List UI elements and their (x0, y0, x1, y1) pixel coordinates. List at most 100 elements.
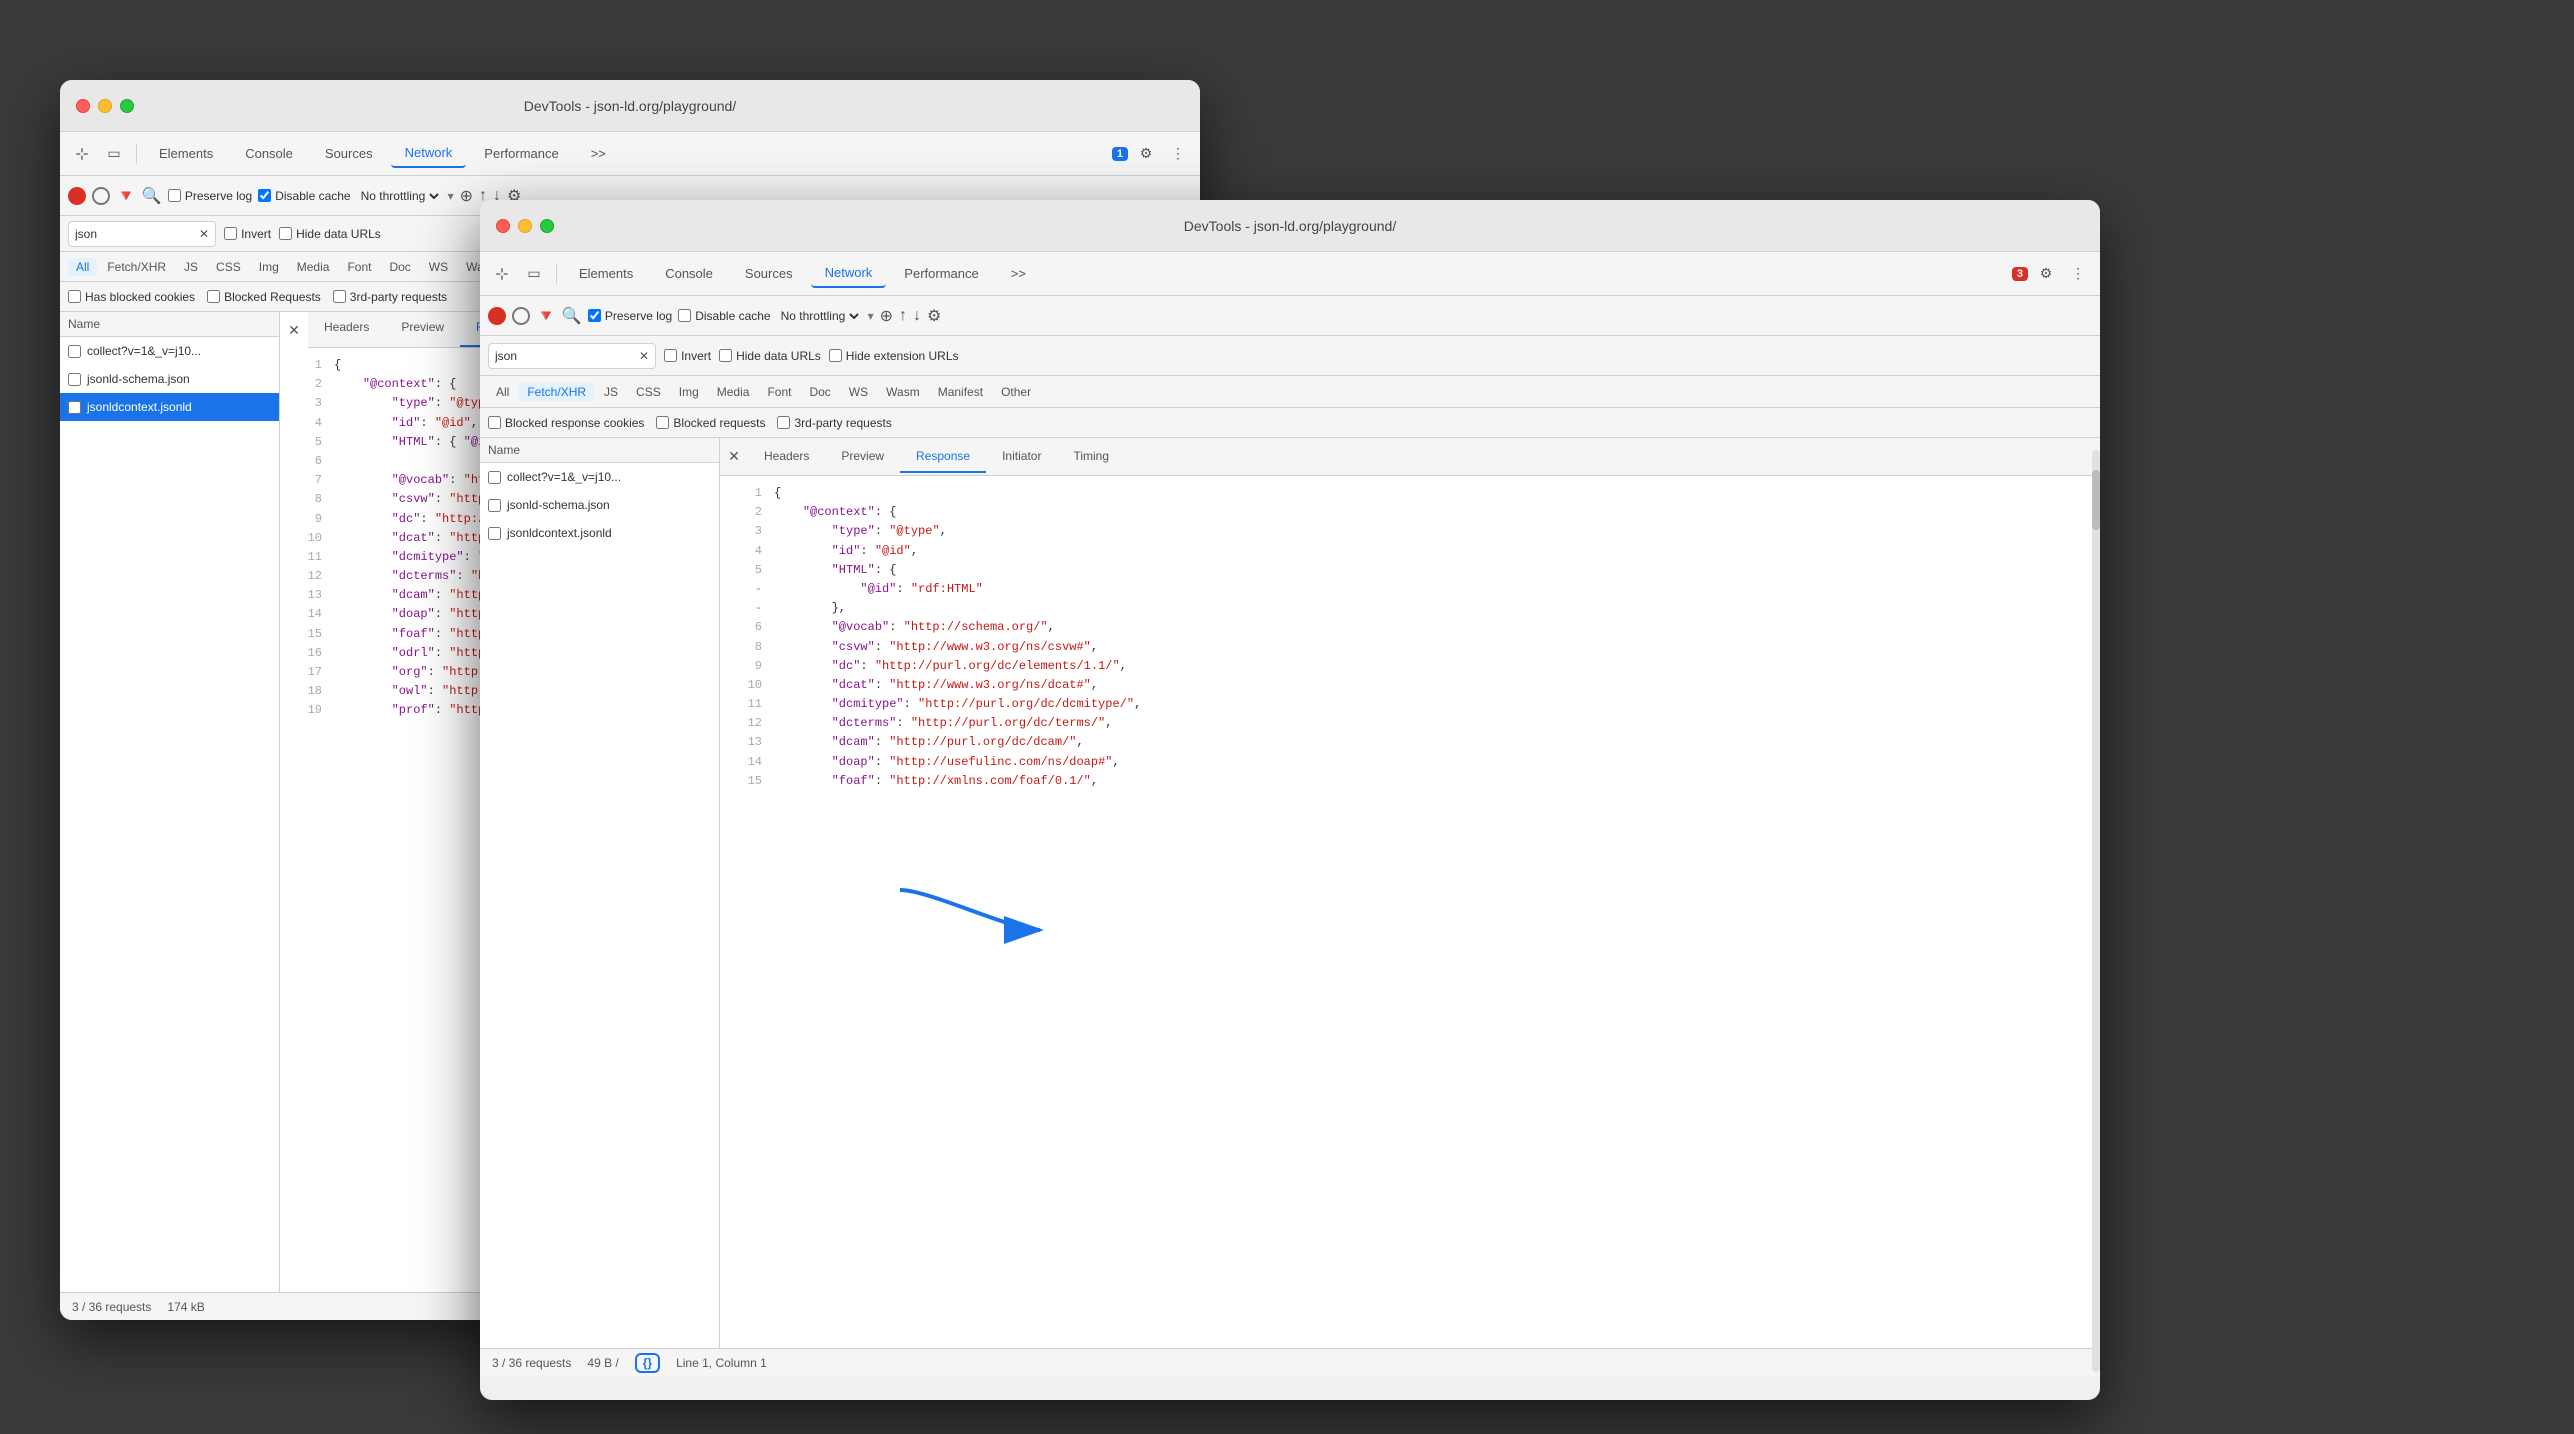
type-doc-back[interactable]: Doc (381, 258, 418, 276)
device-icon[interactable]: ▭ (100, 140, 128, 168)
blocked-resp-cookies-check-front[interactable] (488, 416, 501, 429)
blocked-reqs-front[interactable]: Blocked requests (656, 416, 765, 430)
type-img-front[interactable]: Img (671, 383, 707, 401)
maximize-button-front[interactable] (540, 219, 554, 233)
search-input-front[interactable] (495, 349, 635, 363)
file-check-2-front[interactable] (488, 499, 501, 512)
settings-icon-back[interactable]: ⚙ (1132, 140, 1160, 168)
close-panel-btn-back[interactable]: ✕ (284, 320, 304, 340)
blocked-reqs-check-front[interactable] (656, 416, 669, 429)
file-item-1-front[interactable]: collect?v=1&_v=j10... (480, 463, 719, 491)
record-btn-front[interactable] (488, 307, 506, 325)
close-button-back[interactable] (76, 99, 90, 113)
disable-cache-check-front[interactable] (678, 309, 691, 322)
type-css-back[interactable]: CSS (208, 258, 249, 276)
blocked-requests-back[interactable]: Blocked Requests (207, 290, 321, 304)
inspect-icon[interactable]: ⊹ (68, 140, 96, 168)
tab-sources-front[interactable]: Sources (731, 260, 807, 287)
file-item-1-back[interactable]: collect?v=1&_v=j10... (60, 337, 279, 365)
file-item-2-front[interactable]: jsonld-schema.json (480, 491, 719, 519)
tab-preview-back[interactable]: Preview (385, 312, 460, 347)
type-font-front[interactable]: Font (759, 383, 799, 401)
filter-icon-front[interactable]: 🔻 (536, 306, 556, 326)
hide-data-urls-label-back[interactable]: Hide data URLs (279, 227, 381, 241)
type-ws-front[interactable]: WS (841, 383, 876, 401)
type-media-back[interactable]: Media (289, 258, 338, 276)
preserve-log-label-front[interactable]: Preserve log (588, 309, 672, 323)
tab-performance-front[interactable]: Performance (890, 260, 992, 287)
type-ws-back[interactable]: WS (421, 258, 456, 276)
type-font-back[interactable]: Font (339, 258, 379, 276)
type-doc-front[interactable]: Doc (801, 383, 838, 401)
minimize-button-front[interactable] (518, 219, 532, 233)
format-btn-front[interactable]: {} (635, 1353, 660, 1373)
tab-network-back[interactable]: Network (391, 139, 467, 168)
preserve-log-check-front[interactable] (588, 309, 601, 322)
maximize-button-back[interactable] (120, 99, 134, 113)
tab-headers-front[interactable]: Headers (748, 441, 825, 473)
type-wasm-front[interactable]: Wasm (878, 383, 928, 401)
invert-check-back[interactable] (224, 227, 237, 240)
close-button-front[interactable] (496, 219, 510, 233)
tab-preview-front[interactable]: Preview (825, 441, 900, 473)
search-icon-front[interactable]: 🔍 (562, 306, 582, 326)
upload-icon-front[interactable]: ↑ (899, 307, 907, 325)
type-manifest-front[interactable]: Manifest (930, 383, 991, 401)
type-fetch-front[interactable]: Fetch/XHR (519, 383, 594, 401)
tab-more-back[interactable]: >> (577, 140, 620, 167)
file-item-3-front[interactable]: jsonldcontext.jsonld (480, 519, 719, 547)
tab-elements-back[interactable]: Elements (145, 140, 227, 167)
type-all-front[interactable]: All (488, 383, 517, 401)
tab-network-front[interactable]: Network (811, 259, 887, 288)
file-check-1-front[interactable] (488, 471, 501, 484)
more-icon-front[interactable]: ⋮ (2064, 260, 2092, 288)
type-fetch-back[interactable]: Fetch/XHR (99, 258, 174, 276)
hide-data-urls-check-back[interactable] (279, 227, 292, 240)
tab-performance-back[interactable]: Performance (470, 140, 572, 167)
filter-icon-back[interactable]: 🔻 (116, 186, 136, 206)
type-img-back[interactable]: Img (251, 258, 287, 276)
type-css-front[interactable]: CSS (628, 383, 669, 401)
more-icon-back[interactable]: ⋮ (1164, 140, 1192, 168)
disable-cache-check-back[interactable] (258, 189, 271, 202)
blocked-req-check-back[interactable] (207, 290, 220, 303)
tab-console-front[interactable]: Console (651, 260, 727, 287)
third-party-check-back[interactable] (333, 290, 346, 303)
invert-check-front[interactable] (664, 349, 677, 362)
throttle-select-back[interactable]: No throttling (357, 188, 442, 204)
tab-timing-front[interactable]: Timing (1057, 441, 1125, 473)
third-party-front[interactable]: 3rd-party requests (777, 416, 891, 430)
disable-cache-label-back[interactable]: Disable cache (258, 189, 350, 203)
hide-data-urls-check-front[interactable] (719, 349, 732, 362)
file-check-2-back[interactable] (68, 373, 81, 386)
tab-console-back[interactable]: Console (231, 140, 307, 167)
tab-response-front[interactable]: Response (900, 441, 986, 473)
hide-ext-urls-label-front[interactable]: Hide extension URLs (829, 349, 959, 363)
file-check-1-back[interactable] (68, 345, 81, 358)
clear-search-front[interactable]: ✕ (639, 349, 649, 363)
disable-cache-label-front[interactable]: Disable cache (678, 309, 770, 323)
third-party-check-front[interactable] (777, 416, 790, 429)
clear-search-back[interactable]: ✕ (199, 227, 209, 241)
search-icon-back[interactable]: 🔍 (142, 186, 162, 206)
blocked-cookies-check-back[interactable] (68, 290, 81, 303)
hide-data-urls-label-front[interactable]: Hide data URLs (719, 349, 821, 363)
file-check-3-back[interactable] (68, 401, 81, 414)
tab-headers-back[interactable]: Headers (308, 312, 385, 347)
preserve-log-label-back[interactable]: Preserve log (168, 189, 252, 203)
has-blocked-cookies-back[interactable]: Has blocked cookies (68, 290, 195, 304)
stop-btn-front[interactable] (512, 307, 530, 325)
type-js-front[interactable]: JS (596, 383, 626, 401)
preserve-log-check-back[interactable] (168, 189, 181, 202)
file-check-3-front[interactable] (488, 527, 501, 540)
stop-btn-back[interactable] (92, 187, 110, 205)
file-item-3-back[interactable]: jsonldcontext.jsonld (60, 393, 279, 421)
settings2-icon-front[interactable]: ⚙ (927, 306, 941, 326)
blocked-response-cookies-front[interactable]: Blocked response cookies (488, 416, 644, 430)
invert-label-back[interactable]: Invert (224, 227, 271, 241)
type-other-front[interactable]: Other (993, 383, 1039, 401)
third-party-back[interactable]: 3rd-party requests (333, 290, 447, 304)
record-btn-back[interactable] (68, 187, 86, 205)
scroll-thumb-front[interactable] (2092, 470, 2100, 530)
file-item-2-back[interactable]: jsonld-schema.json (60, 365, 279, 393)
